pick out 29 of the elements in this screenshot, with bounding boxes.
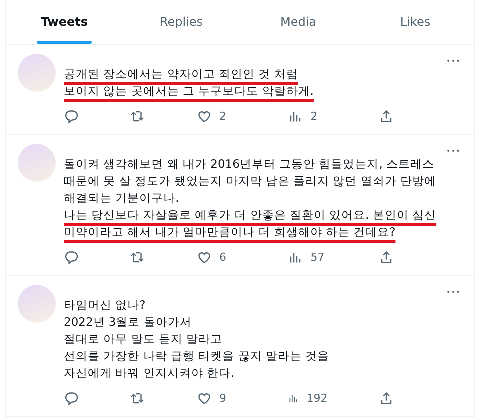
profile-tab[interactable]: Likes <box>396 0 435 44</box>
profile-tab[interactable]: Replies <box>156 0 208 44</box>
share-icon[interactable] <box>379 250 394 264</box>
tweet-text: 공개된 장소에서는 약자이고 죄인인 것 처럼 보이지 않는 곳에서는 그 누구보다도 악랄하게. <box>64 66 315 100</box>
like-count: 6 <box>220 250 226 264</box>
retweet-icon[interactable] <box>130 250 146 264</box>
profile-tab[interactable]: Media <box>276 0 321 44</box>
heart-icon[interactable] <box>196 250 212 264</box>
more-icon[interactable] <box>447 149 460 153</box>
reply-icon[interactable] <box>64 250 79 264</box>
heart-icon[interactable] <box>196 108 212 124</box>
like-count: 2 <box>220 110 226 122</box>
share-icon[interactable] <box>379 108 394 124</box>
tweet-text: 돌이켜 생각해보면 왜 내가 2016년부터 그동안 힘들었는지, 스트레스 때문에 못 살 정도가 됐었는지 마지막 남은 풀리지 않던 열쇠가 단방에 해결되는 기분이구나. <box>64 156 438 207</box>
view-count: 192 <box>306 392 328 404</box>
tweet-text: 나는 당신보다 자살율로 예후가 더 안좋은 질환이 있어요. 본인이 심신미약이라고 해서 내가 얼마만큼이나 더 희생해야 하는 건데요? <box>64 207 438 241</box>
reply-icon[interactable] <box>64 390 79 406</box>
like-count: 9 <box>220 392 226 404</box>
view-count: 2 <box>310 110 318 122</box>
heart-icon[interactable] <box>196 390 212 406</box>
retweet-icon[interactable] <box>130 390 146 406</box>
more-icon[interactable] <box>447 290 460 294</box>
reply-icon[interactable] <box>64 108 79 124</box>
profile-tab[interactable]: Tweets <box>36 0 92 44</box>
tweet-text: 타임머신 없나? 2022년 3월로 돌아가서 절대로 아무 말도 듣지 말라고 선의를 가장한 나락 급행 티켓을 끊지 말라는 것을 자신에게 바꿔 인지시켜야 한다. <box>64 297 331 382</box>
more-icon[interactable] <box>447 59 460 63</box>
view-count: 57 <box>310 250 325 264</box>
share-icon[interactable] <box>379 390 394 406</box>
retweet-icon[interactable] <box>130 108 146 124</box>
